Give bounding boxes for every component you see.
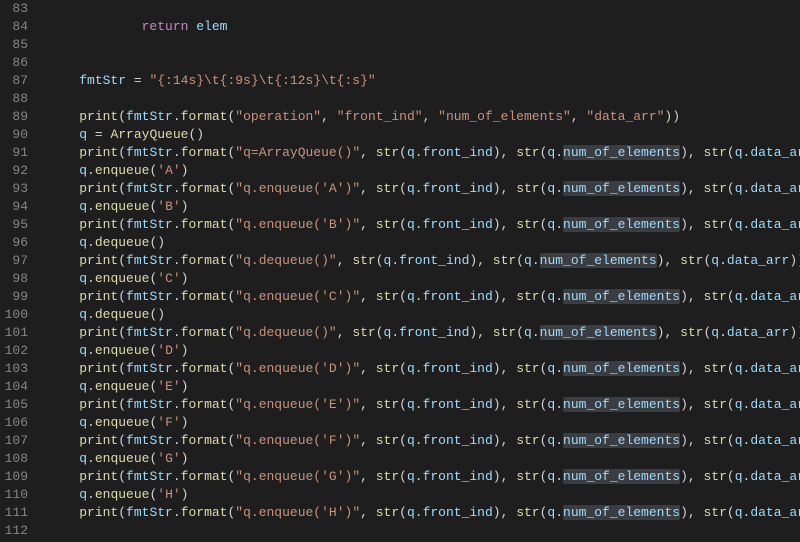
- line-number: 101: [0, 324, 28, 342]
- line-number: 84: [0, 18, 28, 36]
- line-number: 107: [0, 432, 28, 450]
- code-line[interactable]: q.enqueue('F'): [48, 414, 800, 432]
- line-number: 103: [0, 360, 28, 378]
- code-line[interactable]: print(fmtStr.format("operation", "front_…: [48, 108, 800, 126]
- line-number: 92: [0, 162, 28, 180]
- line-number: 112: [0, 522, 28, 540]
- code-line[interactable]: print(fmtStr.format("q.enqueue('G')", st…: [48, 468, 800, 486]
- code-editor[interactable]: 8384858687888990919293949596979899100101…: [0, 0, 800, 542]
- line-number: 93: [0, 180, 28, 198]
- code-line[interactable]: q.enqueue('D'): [48, 342, 800, 360]
- line-number: 106: [0, 414, 28, 432]
- code-line[interactable]: q = ArrayQueue(): [48, 126, 800, 144]
- line-number: 111: [0, 504, 28, 522]
- code-line[interactable]: [48, 90, 800, 108]
- code-line[interactable]: q.enqueue('G'): [48, 450, 800, 468]
- line-number: 104: [0, 378, 28, 396]
- line-number: 98: [0, 270, 28, 288]
- code-area[interactable]: return elem fmtStr = "{:14s}\t{:9s}\t{:1…: [40, 0, 800, 542]
- code-line[interactable]: [48, 0, 800, 18]
- code-line[interactable]: q.enqueue('E'): [48, 378, 800, 396]
- line-number: 100: [0, 306, 28, 324]
- line-number: 96: [0, 234, 28, 252]
- line-number: 108: [0, 450, 28, 468]
- line-number: 85: [0, 36, 28, 54]
- code-line[interactable]: q.enqueue('C'): [48, 270, 800, 288]
- line-number: 91: [0, 144, 28, 162]
- code-line[interactable]: print(fmtStr.format("q.enqueue('D')", st…: [48, 360, 800, 378]
- code-line[interactable]: q.dequeue(): [48, 306, 800, 324]
- line-number: 97: [0, 252, 28, 270]
- line-number: 110: [0, 486, 28, 504]
- line-number: 95: [0, 216, 28, 234]
- code-line[interactable]: q.enqueue('B'): [48, 198, 800, 216]
- code-line[interactable]: print(fmtStr.format("q.enqueue('C')", st…: [48, 288, 800, 306]
- line-number: 90: [0, 126, 28, 144]
- code-line[interactable]: return elem: [48, 18, 800, 36]
- line-number-gutter: 8384858687888990919293949596979899100101…: [0, 0, 40, 542]
- line-number: 99: [0, 288, 28, 306]
- code-line[interactable]: fmtStr = "{:14s}\t{:9s}\t{:12s}\t{:s}": [48, 72, 800, 90]
- code-line[interactable]: q.enqueue('A'): [48, 162, 800, 180]
- code-line[interactable]: print(fmtStr.format("q.enqueue('A')", st…: [48, 180, 800, 198]
- code-line[interactable]: q.enqueue('H'): [48, 486, 800, 504]
- line-number: 105: [0, 396, 28, 414]
- code-line[interactable]: print(fmtStr.format("q.enqueue('H')", st…: [48, 504, 800, 522]
- code-line[interactable]: [48, 54, 800, 72]
- code-line[interactable]: print(fmtStr.format("q=ArrayQueue()", st…: [48, 144, 800, 162]
- line-number: 94: [0, 198, 28, 216]
- code-line[interactable]: print(fmtStr.format("q.enqueue('B')", st…: [48, 216, 800, 234]
- code-line[interactable]: q.dequeue(): [48, 234, 800, 252]
- code-line[interactable]: [48, 36, 800, 54]
- line-number: 89: [0, 108, 28, 126]
- code-line[interactable]: print(fmtStr.format("q.enqueue('E')", st…: [48, 396, 800, 414]
- code-line[interactable]: print(fmtStr.format("q.dequeue()", str(q…: [48, 324, 800, 342]
- line-number: 88: [0, 90, 28, 108]
- line-number: 87: [0, 72, 28, 90]
- line-number: 86: [0, 54, 28, 72]
- line-number: 109: [0, 468, 28, 486]
- line-number: 102: [0, 342, 28, 360]
- code-line[interactable]: print(fmtStr.format("q.dequeue()", str(q…: [48, 252, 800, 270]
- code-line[interactable]: print(fmtStr.format("q.enqueue('F')", st…: [48, 432, 800, 450]
- line-number: 83: [0, 0, 28, 18]
- code-line[interactable]: [48, 522, 800, 540]
